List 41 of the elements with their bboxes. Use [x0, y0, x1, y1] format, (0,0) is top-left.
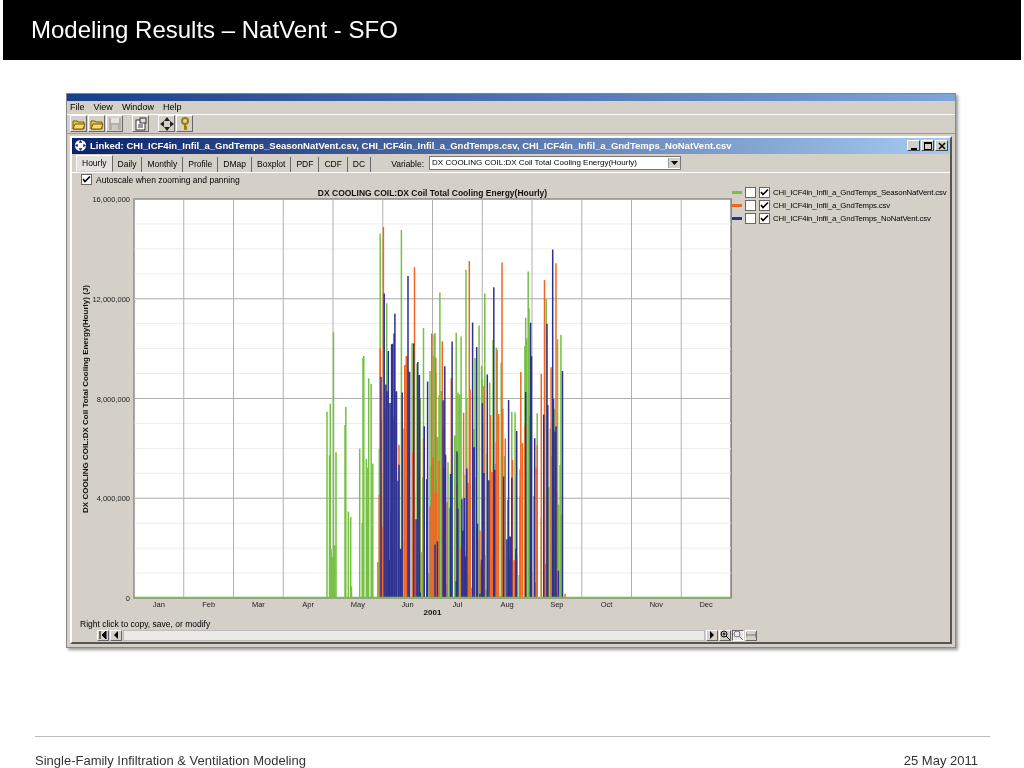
scroll-right-button[interactable]	[706, 629, 718, 641]
menu-item[interactable]: File	[70, 102, 85, 113]
zoom-out-icon[interactable]	[732, 629, 744, 641]
variable-dropdown[interactable]: DX COOLING COIL:DX Coil Total Cooling Energy(Hourly)	[429, 155, 682, 170]
maximize-icon[interactable]	[921, 140, 934, 152]
folder-icon[interactable]	[70, 115, 87, 133]
key-icon[interactable]	[176, 115, 193, 133]
four-arrows-icon[interactable]	[158, 115, 175, 133]
footer-date: 25 May 2011	[903, 753, 978, 768]
app-icon	[74, 139, 87, 153]
fit-width-icon[interactable]	[745, 629, 757, 641]
legend-checkbox[interactable]	[759, 212, 770, 224]
legend-checkbox[interactable]	[745, 186, 756, 198]
left-triangle-icon	[112, 631, 120, 640]
scroll-start-button[interactable]	[97, 629, 109, 641]
properties-icon[interactable]	[132, 115, 149, 133]
folder-icon[interactable]	[88, 115, 105, 133]
chart-title: DX COOLING COIL:DX Coil Total Cooling Energy(Hourly)	[317, 187, 548, 198]
hint-text: Right click to copy, save, or modify	[79, 618, 212, 629]
zoom-in-icon[interactable]	[719, 629, 731, 641]
dropdown-arrow-icon[interactable]	[668, 157, 681, 168]
y-axis-label: DX COOLING COIL:DX Coil Total Cooling Energy(Hourly) (J)	[81, 285, 90, 513]
right-triangle-icon	[708, 631, 716, 640]
scroll-left-button[interactable]	[110, 629, 122, 641]
variable-label: Variable:	[391, 158, 425, 169]
x-axis-label: 2001	[423, 607, 442, 617]
tab[interactable]: Hourly	[76, 154, 113, 172]
footer-text: Single-Family Infiltration & Ventilation Modeling	[35, 753, 306, 768]
slide-title: Modeling Results – NatVent - SFO	[31, 15, 398, 44]
legend-checkbox[interactable]	[745, 212, 756, 224]
close-icon[interactable]	[935, 140, 948, 152]
autoscale-checkbox[interactable]	[81, 174, 92, 186]
legend-checkbox[interactable]	[759, 186, 770, 198]
menu-item[interactable]: Window	[121, 102, 154, 113]
legend-checkbox[interactable]	[745, 199, 756, 211]
window-title: Linked: CHI_ICF4in_Infil_a_GndTemps_SeasonNatVent.csv, CHI_ICF4in_Infil_a_GndTemps.csv, CHI_ICF4in_Infil_a_GndTemps_NoNatVent.csv	[90, 140, 733, 152]
legend-checkbox[interactable]	[759, 199, 770, 211]
autoscale-label: Autoscale when zooming and panning	[96, 174, 240, 185]
minimize-icon[interactable]	[907, 140, 920, 152]
menu-item[interactable]: View	[93, 102, 113, 113]
menu-item[interactable]: Help	[162, 102, 182, 113]
